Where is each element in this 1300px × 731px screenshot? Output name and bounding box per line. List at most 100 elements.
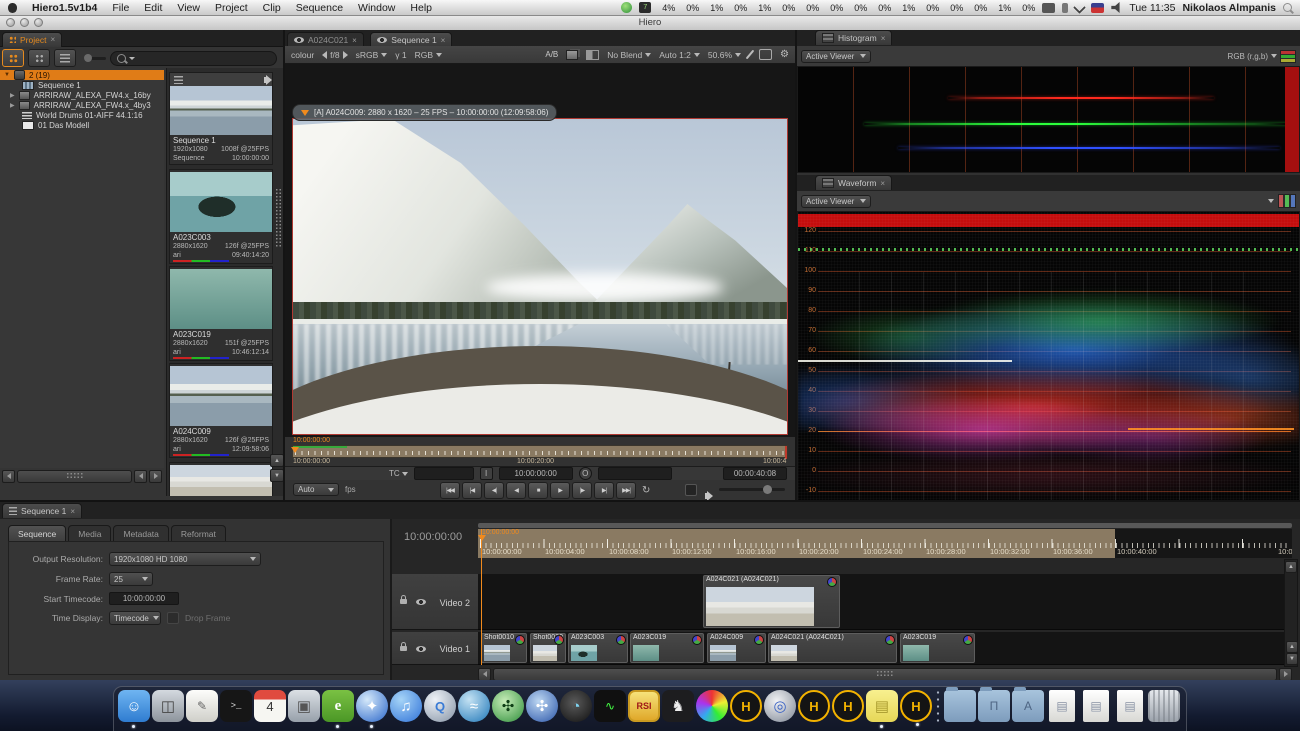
project-search-input[interactable] <box>110 51 277 66</box>
start-timecode-field[interactable]: 10:00:00:00 <box>109 592 179 605</box>
tab-sequence-1[interactable]: Sequence 1 × <box>2 503 82 518</box>
menu-user-name[interactable]: Nikolaos Almpanis <box>1182 2 1276 14</box>
network-meter-icon[interactable]: 7 <box>639 2 651 13</box>
scroll-down-button[interactable]: ▼ <box>270 469 284 482</box>
track-lane-video-1[interactable]: Shot0010 Shot0020 A023C003 A023C019 <box>478 632 1292 665</box>
track-lane-video-2[interactable]: A024C021 (A024C021) <box>478 574 1292 630</box>
current-timecode-field[interactable]: 10:00:00:00 <box>499 467 573 480</box>
viewer-settings-gear-icon[interactable]: ⚙ <box>780 49 789 60</box>
timeline-clip-a024c009[interactable]: A024C009 <box>707 633 766 663</box>
soft-effect-wheel-icon[interactable] <box>754 635 764 645</box>
volume-knob[interactable] <box>763 485 772 494</box>
scroll-right-button[interactable] <box>1279 668 1292 681</box>
close-icon[interactable]: × <box>880 179 885 188</box>
waveform-source-dropdown[interactable]: Active Viewer <box>801 195 871 208</box>
zoom-dropdown[interactable]: 50.6% <box>708 50 741 60</box>
timeline-clip-a024c021-v2[interactable]: A024C021 (A024C021) <box>703 575 840 628</box>
track-visibility-eye-icon[interactable] <box>416 646 426 652</box>
dock-icon-folder-library[interactable]: Π <box>978 690 1010 722</box>
dock-icon-textedit[interactable]: ✎ <box>186 690 218 722</box>
scrollbar-handle[interactable] <box>493 668 1277 681</box>
cpu-stat[interactable]: 0% <box>850 3 867 13</box>
dock-icon-rsi-guard[interactable]: RSI <box>628 690 660 722</box>
cpu-stat[interactable]: 1% <box>706 3 723 13</box>
viewer-tab-sequence-1[interactable]: Sequence 1 × <box>370 32 452 47</box>
dock-icon-openoffice[interactable]: ≈ <box>458 690 490 722</box>
guides-overlay-icon[interactable] <box>759 49 772 60</box>
soft-effect-wheel-icon[interactable] <box>827 577 837 587</box>
spotlight-icon[interactable] <box>1283 3 1292 12</box>
dock-icon-quicktime[interactable]: Q <box>424 690 456 722</box>
time-display-dropdown[interactable]: Timecode <box>109 611 161 625</box>
tree-row-sequence[interactable]: Sequence 1 <box>0 80 164 90</box>
fps-dropdown[interactable]: Auto <box>293 483 339 496</box>
timeline-playhead-marker-icon[interactable] <box>478 535 486 541</box>
bin-item-a023c019[interactable]: A023C019 2880x1620151f @25FPS ari10:46:1… <box>169 266 273 361</box>
close-icon[interactable]: × <box>50 35 55 44</box>
dock-icon-document-3[interactable]: ▤ <box>1117 690 1143 722</box>
menu-clip[interactable]: Clip <box>263 2 281 14</box>
track-header-video-2[interactable]: Video 2 <box>392 574 478 630</box>
soft-effect-wheel-icon[interactable] <box>692 635 702 645</box>
dock-icon-davinci-resolve[interactable] <box>696 690 728 722</box>
mute-checkbox[interactable] <box>685 484 697 496</box>
bluetooth-icon[interactable] <box>1062 3 1068 13</box>
decrease-exposure-icon[interactable] <box>322 51 327 59</box>
wipe-compare-icon[interactable] <box>586 50 599 60</box>
dock-icon-horse-app[interactable]: ♞ <box>662 690 694 722</box>
duration-field[interactable]: 00:00:40:08 <box>723 467 787 480</box>
output-resolution-dropdown[interactable]: 1920x1080 HD 1080 <box>109 552 261 566</box>
play-button[interactable]: ▶ <box>550 482 570 499</box>
drop-frame-checkbox[interactable] <box>167 612 179 624</box>
stop-button[interactable]: ■ <box>528 482 548 499</box>
list-view-button[interactable] <box>54 49 76 67</box>
proxy-dropdown[interactable]: Auto 1:2 <box>659 50 700 60</box>
timeline-clip-a024c021-v1[interactable]: A024C021 (A024C021) <box>768 633 897 663</box>
waveform-scope[interactable]: 120 110 100 90 80 70 60 50 40 30 20 10 0… <box>797 211 1300 527</box>
clip-thumbnail-image[interactable] <box>170 465 272 496</box>
timeline-horizontal-scrollbar[interactable] <box>478 668 1292 680</box>
cpu-stat[interactable]: 0% <box>874 3 891 13</box>
viewer-scrub-bar[interactable] <box>292 445 788 458</box>
tc-out-field[interactable] <box>598 467 672 480</box>
tree-horizontal-scrollbar[interactable] <box>2 470 162 482</box>
dock-icon-hiero-2[interactable]: H <box>798 690 830 722</box>
dock-icon-calendar[interactable]: 4 <box>254 690 286 722</box>
cpu-stat[interactable]: 0% <box>922 3 939 13</box>
step-forward-button[interactable]: |▶ <box>572 482 592 499</box>
bin-item-sequence-1[interactable]: Sequence 1 1920x10801008f @25FPS Sequenc… <box>169 72 273 165</box>
dock-icon-hiero-player[interactable]: H <box>832 690 864 722</box>
lock-icon[interactable] <box>400 646 407 651</box>
dock-icon-hiero[interactable]: H <box>730 690 762 722</box>
viewer-tab-a024c021[interactable]: A024C021 × <box>287 32 364 47</box>
detail-view-button[interactable] <box>28 49 50 67</box>
menu-help[interactable]: Help <box>410 2 432 14</box>
track-header-video-1[interactable]: Video 1 <box>392 632 478 665</box>
audio-preview-icon[interactable] <box>264 77 268 83</box>
ab-compare-button[interactable]: A/B <box>545 50 558 59</box>
scroll-up-button[interactable]: ▲ <box>270 454 284 467</box>
cpu-stat[interactable]: 0% <box>826 3 843 13</box>
lock-icon[interactable] <box>400 599 407 604</box>
bin-item-a024c009[interactable]: A024C009 2880x1620126f @25FPS ari12:09:5… <box>169 363 273 458</box>
tree-row-project-root[interactable]: ▼ 2 (19) <box>0 70 164 80</box>
scroll-up-button[interactable]: ▲ <box>1285 561 1297 573</box>
track-visibility-eye-icon[interactable] <box>416 599 426 605</box>
dock-icon-photo-booth[interactable]: ▣ <box>288 690 320 722</box>
caret-down-icon[interactable] <box>1268 199 1274 203</box>
timeline-ruler[interactable]: 10:00:00:00 10:00:00:00 10:00:04:00 10:0… <box>478 529 1292 558</box>
dock-icon-itunes[interactable]: ♫ <box>390 690 422 722</box>
volume-menu-icon[interactable] <box>1111 2 1122 13</box>
frame-rate-dropdown[interactable]: 25 <box>109 572 153 586</box>
tab-waveform[interactable]: Waveform × <box>815 175 892 190</box>
scroll-right-button[interactable] <box>149 470 162 483</box>
close-icon[interactable]: × <box>881 34 886 43</box>
sync-status-icon[interactable] <box>621 2 632 13</box>
channel-selector[interactable]: colour <box>291 50 314 60</box>
dock-icon-motion[interactable]: ✣ <box>526 690 558 722</box>
clip-info-overlay[interactable]: [A] A024C009: 2880 x 1620 – 25 FPS – 10:… <box>292 104 557 121</box>
cpu-stat[interactable]: 0% <box>802 3 819 13</box>
display-menu-icon[interactable] <box>1042 3 1055 13</box>
tree-row-bin-16by9[interactable]: ▶ ARRIRAW_ALEXA_FW4.x_16by <box>0 90 164 100</box>
colorspace-dropdown[interactable]: sRGB <box>356 50 388 60</box>
